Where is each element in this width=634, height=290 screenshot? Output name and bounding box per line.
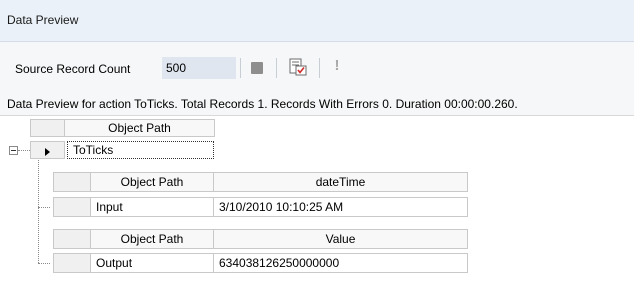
row-selector[interactable] [53, 253, 91, 273]
tree-line [38, 207, 50, 208]
value-cell[interactable]: 634038126250000000 [213, 253, 468, 273]
source-record-count-input[interactable] [162, 57, 236, 79]
stop-icon[interactable] [251, 62, 263, 74]
status-bar: Data Preview for action ToTicks. Total R… [0, 92, 634, 116]
object-path-header[interactable]: Object Path [64, 119, 215, 137]
status-text: Data Preview for action ToTicks. Total R… [7, 97, 518, 111]
toolbar-separator [319, 58, 320, 78]
collapse-toggle-icon[interactable] [9, 146, 18, 155]
row-selector[interactable] [53, 197, 91, 217]
object-path-header[interactable]: Object Path [90, 172, 214, 192]
output-cell[interactable]: Output [90, 253, 214, 273]
panel-header: Data Preview [0, 0, 634, 42]
toolbar-separator [276, 58, 277, 78]
tree-line [18, 150, 30, 151]
datetime-header[interactable]: dateTime [213, 172, 468, 192]
to-ticks-cell[interactable]: ToTicks [67, 141, 214, 159]
tree-line [38, 160, 39, 263]
value-header[interactable]: Value [213, 229, 468, 249]
row-header-corner [53, 172, 91, 192]
datetime-value-cell[interactable]: 3/10/2010 10:10:25 AM [213, 197, 468, 217]
row-pointer-icon [45, 148, 50, 156]
form-check-icon[interactable] [289, 58, 307, 76]
source-record-count-label: Source Record Count [15, 62, 131, 76]
row-header-corner [53, 229, 91, 249]
object-path-header[interactable]: Object Path [90, 229, 214, 249]
exclamation-icon[interactable]: ! [333, 57, 341, 75]
toolbar: Source Record Count ! [0, 42, 634, 92]
tree-line [38, 263, 50, 264]
row-header-corner [30, 119, 65, 137]
toolbar-separator [240, 58, 241, 78]
input-cell[interactable]: Input [90, 197, 214, 217]
panel-title: Data Preview [7, 13, 79, 27]
